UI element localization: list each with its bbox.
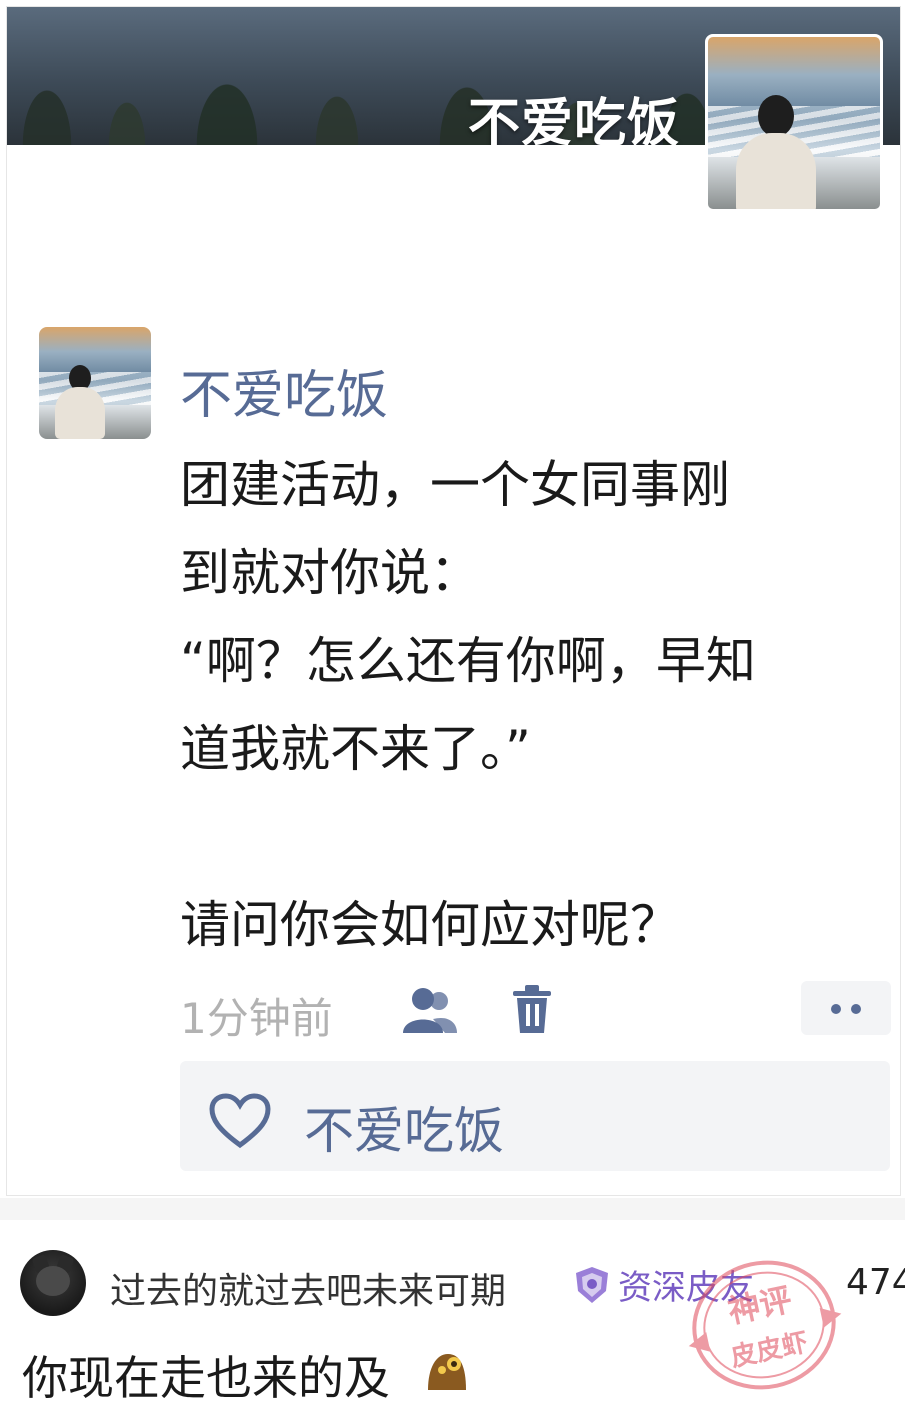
post-timestamp: 1分钟前 bbox=[180, 994, 333, 1043]
commenter-avatar[interactable] bbox=[20, 1250, 86, 1316]
comment-like-count[interactable]: 474 bbox=[846, 1262, 905, 1303]
cover-username: 不爱吃饭 bbox=[467, 94, 680, 145]
doge-emoji-icon bbox=[428, 1354, 466, 1390]
moments-card: 不爱吃饭 不爱吃饭 团建活动，一个女同事刚 到就对你说： “啊？怎么还有你啊，早… bbox=[6, 6, 901, 1196]
trash-icon[interactable] bbox=[511, 983, 553, 1035]
commenter-username[interactable]: 过去的就过去吧未来可期 bbox=[110, 1262, 506, 1314]
cover-avatar[interactable] bbox=[705, 34, 883, 212]
post-author-name[interactable]: 不爱吃饭 bbox=[180, 353, 388, 428]
section-divider bbox=[0, 1198, 905, 1220]
comment-text: 你现在走也来的及 bbox=[22, 1351, 390, 1405]
like-username[interactable]: 不爱吃饭 bbox=[304, 1091, 504, 1163]
heart-icon[interactable] bbox=[208, 1093, 272, 1149]
post-text: 团建活动，一个女同事刚 到就对你说： “啊？怎么还有你啊，早知 道我就不来了。”… bbox=[180, 456, 756, 954]
shield-badge-icon bbox=[576, 1266, 608, 1303]
likes-panel: 不爱吃饭 bbox=[180, 1061, 890, 1171]
more-button[interactable] bbox=[801, 981, 891, 1035]
friends-icon[interactable] bbox=[399, 985, 459, 1035]
post-avatar[interactable] bbox=[39, 327, 151, 439]
